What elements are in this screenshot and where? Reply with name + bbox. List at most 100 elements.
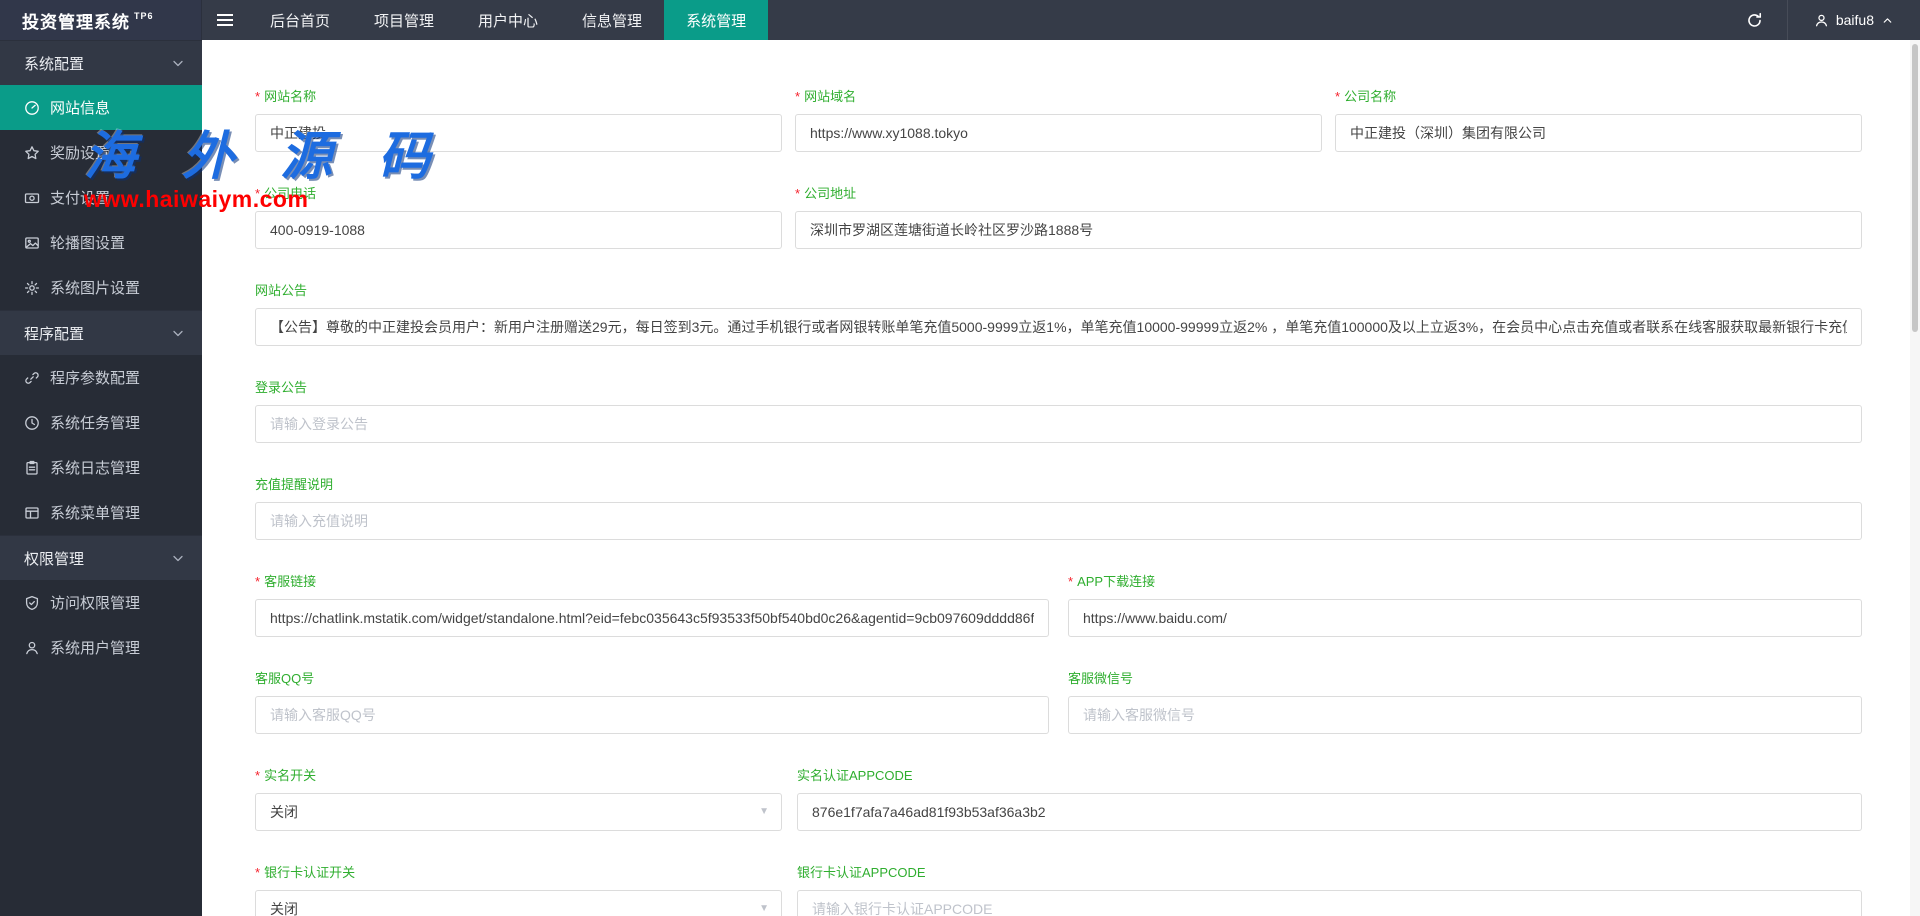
recharge-notice-input[interactable] — [255, 502, 1862, 540]
required-asterisk: * — [255, 574, 261, 589]
required-asterisk: * — [1068, 574, 1074, 589]
gear-icon — [24, 280, 40, 296]
main-content: *网站名称 *网站域名 *公司名称 *公司电话 *公司地址 — [202, 40, 1920, 916]
sidebar-item-label: 系统菜单管理 — [50, 505, 141, 522]
service-link-input[interactable] — [255, 599, 1049, 637]
chevron-up-icon — [1881, 14, 1894, 27]
field-label: 登录公告 — [255, 380, 308, 395]
user-avatar-icon — [1814, 13, 1829, 28]
field-site-name: * 网站名称 — [255, 86, 782, 152]
chevron-down-icon — [170, 325, 186, 341]
field-label: 公司电话 — [264, 186, 317, 201]
field-label: 客服链接 — [264, 574, 317, 589]
tab-information[interactable]: 信息管理 — [560, 0, 664, 40]
menu-icon — [24, 505, 40, 521]
select-value: 关闭 — [270, 804, 298, 820]
field-label: 实名认证APPCODE — [797, 768, 913, 783]
chevron-down-icon — [170, 55, 186, 71]
sidebar-item-system-menus[interactable]: 系统菜单管理 — [0, 490, 202, 535]
field-company-name: * 公司名称 — [1335, 86, 1862, 152]
field-service-qq: 客服QQ号 — [255, 668, 1049, 734]
sidebar-item-label: 系统日志管理 — [50, 460, 141, 477]
service-wechat-input[interactable] — [1068, 696, 1862, 734]
sidebar-item-system-images[interactable]: 系统图片设置 — [0, 265, 202, 310]
field-app-download-link: * APP下载连接 — [1068, 571, 1862, 637]
app-version-badge: TP6 — [134, 11, 154, 21]
site-announcement-input[interactable] — [255, 308, 1862, 346]
field-label: 充值提醒说明 — [255, 477, 334, 492]
required-asterisk: * — [255, 865, 261, 880]
log-icon — [24, 460, 40, 476]
select-value: 关闭 — [270, 901, 298, 916]
sidebar-section-system-config[interactable]: 系统配置 — [0, 40, 202, 85]
realname-appcode-input[interactable] — [797, 793, 1862, 831]
bankcard-appcode-input[interactable] — [797, 890, 1862, 916]
sidebar-item-access-permissions[interactable]: 访问权限管理 — [0, 580, 202, 625]
field-company-phone: * 公司电话 — [255, 183, 782, 249]
sidebar-item-system-logs[interactable]: 系统日志管理 — [0, 445, 202, 490]
app-logo: 投资管理系统 TP6 — [0, 0, 202, 40]
sidebar-item-site-info[interactable]: 网站信息 — [0, 85, 202, 130]
required-asterisk: * — [1335, 89, 1341, 104]
realname-switch-select[interactable]: 关闭 ▼ — [255, 793, 782, 831]
chevron-down-icon — [170, 550, 186, 566]
header-right: baifu8 — [1723, 0, 1920, 40]
dropdown-arrow-icon: ▼ — [759, 806, 769, 817]
field-recharge-notice: 充值提醒说明 — [255, 474, 1862, 540]
field-label: 客服微信号 — [1068, 671, 1134, 686]
sidebar-item-label: 程序参数配置 — [50, 370, 141, 387]
required-asterisk: * — [255, 89, 261, 104]
shield-icon — [24, 595, 40, 611]
sidebar-section-permissions[interactable]: 权限管理 — [0, 535, 202, 580]
sidebar-item-label: 支付设置 — [50, 190, 111, 207]
bankcard-switch-select[interactable]: 关闭 ▼ — [255, 890, 782, 916]
field-bankcard-switch: * 银行卡认证开关 关闭 ▼ — [255, 862, 782, 916]
sidebar-item-system-users[interactable]: 系统用户管理 — [0, 625, 202, 670]
dashboard-icon — [24, 100, 40, 116]
tab-projects[interactable]: 项目管理 — [352, 0, 456, 40]
required-asterisk: * — [795, 186, 801, 201]
tab-system[interactable]: 系统管理 — [664, 0, 769, 40]
site-name-input[interactable] — [255, 114, 782, 152]
sidebar-item-label: 系统图片设置 — [50, 280, 141, 297]
field-label: 网站域名 — [804, 89, 857, 104]
service-qq-input[interactable] — [255, 696, 1049, 734]
field-site-announcement: 网站公告 — [255, 280, 1862, 346]
app-title: 投资管理系统 — [22, 12, 130, 32]
company-address-input[interactable] — [795, 211, 1862, 249]
scrollbar-thumb[interactable] — [1912, 44, 1918, 332]
sidebar-item-label: 奖励设置 — [50, 145, 111, 162]
field-label: 实名开关 — [264, 768, 317, 783]
sidebar-section-program-config[interactable]: 程序配置 — [0, 310, 202, 355]
scrollbar-track[interactable] — [1910, 40, 1920, 916]
login-announcement-input[interactable] — [255, 405, 1862, 443]
star-icon — [24, 145, 40, 161]
company-phone-input[interactable] — [255, 211, 782, 249]
sidebar-item-payment-settings[interactable]: 支付设置 — [0, 175, 202, 220]
top-nav: 后台首页 项目管理 用户中心 信息管理 系统管理 — [248, 0, 769, 40]
user-menu[interactable]: baifu8 — [1788, 0, 1920, 40]
sidebar-toggle-icon[interactable] — [202, 0, 248, 40]
field-realname-switch: * 实名开关 关闭 ▼ — [255, 765, 782, 831]
field-service-link: * 客服链接 — [255, 571, 1049, 637]
username: baifu8 — [1835, 12, 1874, 28]
sidebar-item-label: 访问权限管理 — [50, 595, 141, 612]
required-asterisk: * — [255, 186, 261, 201]
sidebar-item-label: 网站信息 — [50, 100, 111, 117]
company-name-input[interactable] — [1335, 114, 1862, 152]
sidebar-item-carousel-settings[interactable]: 轮播图设置 — [0, 220, 202, 265]
sidebar-item-program-params[interactable]: 程序参数配置 — [0, 355, 202, 400]
sidebar-item-system-tasks[interactable]: 系统任务管理 — [0, 400, 202, 445]
link-icon — [24, 370, 40, 386]
tab-user-center[interactable]: 用户中心 — [456, 0, 560, 40]
tab-dashboard[interactable]: 后台首页 — [248, 0, 352, 40]
field-login-announcement: 登录公告 — [255, 377, 1862, 443]
refresh-icon[interactable] — [1723, 0, 1787, 40]
dropdown-arrow-icon: ▼ — [759, 903, 769, 914]
sidebar-item-reward-settings[interactable]: 奖励设置 — [0, 130, 202, 175]
top-header: 投资管理系统 TP6 后台首页 项目管理 用户中心 信息管理 系统管理 baif… — [0, 0, 1920, 40]
field-bankcard-appcode: 银行卡认证APPCODE — [797, 862, 1862, 916]
site-domain-input[interactable] — [795, 114, 1322, 152]
app-download-link-input[interactable] — [1068, 599, 1862, 637]
section-label: 程序配置 — [24, 325, 85, 343]
